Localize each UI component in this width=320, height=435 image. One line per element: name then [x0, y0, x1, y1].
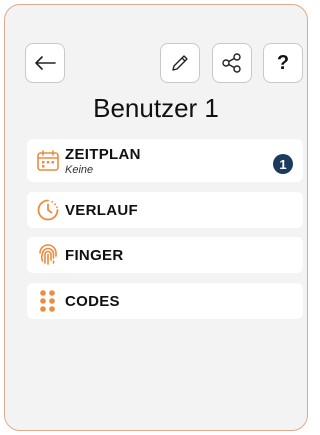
- help-button[interactable]: ?: [263, 43, 303, 83]
- share-button[interactable]: [212, 43, 252, 83]
- menu-item-codes[interactable]: CODES: [27, 283, 303, 319]
- clock-history-icon: [35, 197, 61, 223]
- share-icon: [222, 53, 241, 73]
- help-icon: ?: [276, 51, 290, 74]
- notification-badge: 1: [273, 154, 293, 174]
- codes-label: CODES: [65, 292, 120, 310]
- menu-item-history[interactable]: VERLAUF: [27, 192, 303, 228]
- calendar-icon: [35, 148, 61, 174]
- schedule-label: ZEITPLAN: [65, 145, 141, 163]
- edit-button[interactable]: [160, 43, 200, 83]
- menu-item-schedule[interactable]: ZEITPLAN Keine 1: [27, 139, 303, 182]
- keypad-icon: [35, 288, 61, 314]
- menu-item-finger[interactable]: FINGER: [27, 237, 303, 273]
- pencil-icon: [172, 55, 188, 71]
- back-button[interactable]: [25, 43, 65, 83]
- arrow-left-icon: [35, 56, 56, 70]
- finger-label: FINGER: [65, 246, 124, 264]
- user-card: ? Benutzer 1 ZEITPLAN Keine 1 VERLAUF FI…: [4, 4, 308, 431]
- schedule-sublabel: Keine: [65, 163, 94, 176]
- page-title: Benutzer 1: [93, 93, 219, 123]
- history-label: VERLAUF: [65, 201, 138, 219]
- fingerprint-icon: [35, 242, 61, 268]
